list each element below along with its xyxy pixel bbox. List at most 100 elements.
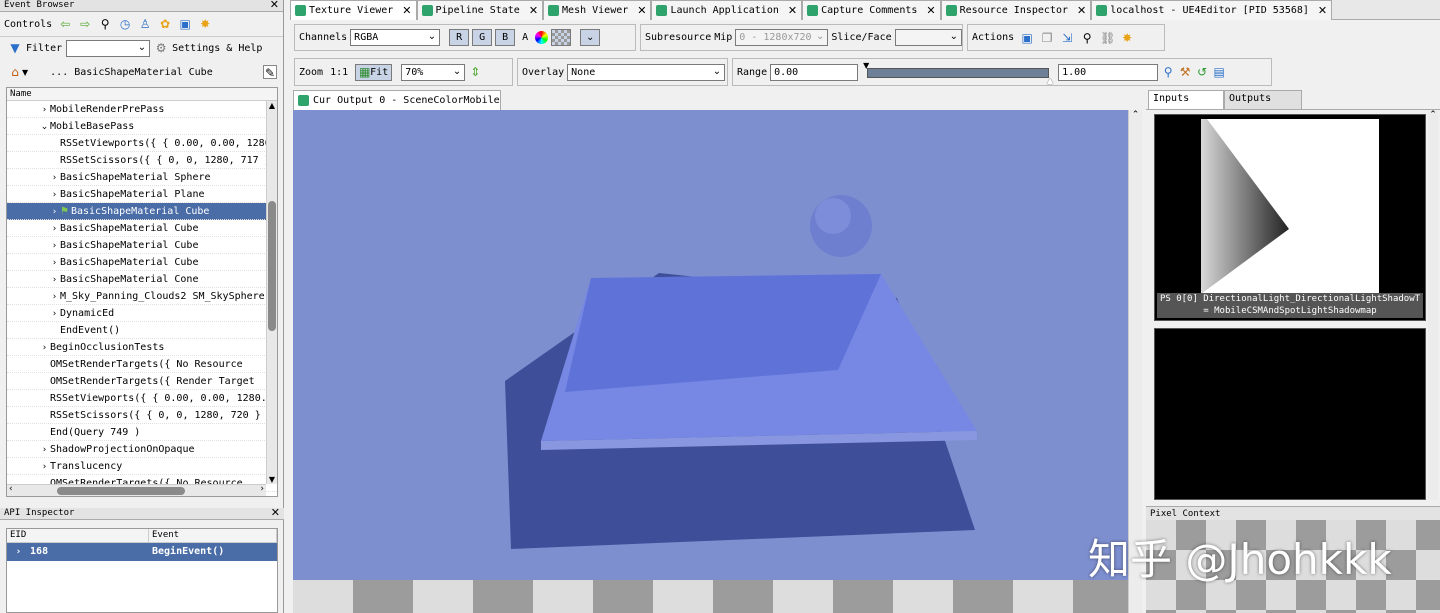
scroll-right-icon[interactable]: › xyxy=(260,484,264,494)
arrow-left-icon[interactable]: ⇦ xyxy=(58,17,72,31)
tab-launch-application[interactable]: Launch Application ✕ xyxy=(651,0,803,20)
zoom-1to1-button[interactable]: 1:1 xyxy=(330,67,348,78)
table-row[interactable]: › 168 BeginEvent() xyxy=(7,543,277,561)
column-eid[interactable]: EID xyxy=(7,529,149,542)
input-thumbnail-0[interactable]: PS 0[0] DirectionalLight_DirectionalLigh… xyxy=(1154,114,1426,321)
fit-button[interactable]: ▦ Fit xyxy=(355,63,393,81)
tree-row[interactable]: › DynamicEd xyxy=(7,305,277,322)
histogram-icon[interactable]: ▤ xyxy=(1212,65,1226,79)
tab-texture-viewer[interactable]: Texture Viewer ✕ xyxy=(290,0,417,20)
checkerboard-icon[interactable] xyxy=(551,29,572,46)
chevron-right-icon[interactable]: › xyxy=(13,543,24,561)
link-icon[interactable]: ⛓ xyxy=(1100,31,1115,45)
tree-vertical-scrollbar[interactable]: ▲ ▼ xyxy=(266,101,277,484)
tree-row[interactable]: RSSetScissors({ { 0, 0, 1280, 720 } }) xyxy=(7,407,277,424)
tab-outputs[interactable]: Outputs xyxy=(1224,90,1302,109)
chevron-right-icon[interactable]: › xyxy=(39,102,50,119)
input-thumbnail-1[interactable] xyxy=(1154,328,1426,500)
tree-row[interactable]: › BasicShapeMaterial Cube xyxy=(7,254,277,271)
tab-resource-inspector[interactable]: Resource Inspector ✕ xyxy=(940,0,1092,20)
tree-row[interactable]: › BasicShapeMaterial Sphere xyxy=(7,169,277,186)
tab-localhost-ue4editor-pid-53568[interactable]: localhost - UE4Editor [PID 53568] ✕ xyxy=(1091,0,1333,20)
tree-row[interactable]: › BasicShapeMaterial Plane xyxy=(7,186,277,203)
tree-horizontal-scrollbar[interactable]: ‹ › xyxy=(7,484,266,496)
chevron-right-icon[interactable]: › xyxy=(49,187,60,204)
binoculars-icon[interactable]: ⚲ xyxy=(1080,31,1094,45)
chevron-right-icon[interactable]: › xyxy=(49,272,60,289)
scroll-down-icon[interactable]: ▼ xyxy=(267,475,277,484)
flip-vertical-icon[interactable]: ⇕ xyxy=(468,65,482,79)
tree-row[interactable]: › BeginOcclusionTests xyxy=(7,339,277,356)
close-icon[interactable]: ✕ xyxy=(271,507,280,518)
inputs-scrollbar[interactable]: ⌃ xyxy=(1428,110,1438,500)
chevron-right-icon[interactable]: › xyxy=(49,204,60,221)
settings-help-button[interactable]: Settings & Help xyxy=(172,43,262,54)
tree-horizontal-scroll-thumb[interactable] xyxy=(57,487,185,495)
tree-row[interactable]: RSSetViewports({ { 0.00, 0.00, 1280.00 xyxy=(7,390,277,407)
overlay-dropdown[interactable]: None ⌄ xyxy=(567,63,726,81)
tree-row[interactable]: › MobileRenderPrePass xyxy=(7,101,277,118)
zoom-dropdown[interactable]: 70% ⌄ xyxy=(401,63,466,81)
close-icon[interactable]: ✕ xyxy=(529,4,538,17)
range-max-handle-icon[interactable]: ▲ xyxy=(1047,76,1053,85)
tree-row[interactable]: › ShadowProjectionOnOpaque xyxy=(7,441,277,458)
eyedropper-icon[interactable]: ⚒ xyxy=(1178,65,1192,79)
tree-row[interactable]: End(Query 749 ) xyxy=(7,424,277,441)
star-icon[interactable]: ✸ xyxy=(198,17,212,31)
chevron-right-icon[interactable]: › xyxy=(39,459,50,476)
close-icon[interactable]: ✕ xyxy=(637,4,646,17)
tree-row[interactable]: › ⚑ BasicShapeMaterial Cube xyxy=(7,203,277,220)
chevron-right-icon[interactable]: › xyxy=(49,221,60,238)
tree-row[interactable]: OMSetRenderTargets({ No Resource xyxy=(7,356,277,373)
chevron-right-icon[interactable]: › xyxy=(49,306,60,323)
home-dropdown-icon[interactable]: ▼ xyxy=(22,68,28,77)
star-icon[interactable]: ✸ xyxy=(1120,31,1134,45)
chevron-right-icon[interactable]: › xyxy=(39,340,50,357)
edit-icon[interactable]: ✎ xyxy=(263,65,277,80)
tree-row[interactable]: › BasicShapeMaterial Cone xyxy=(7,271,277,288)
close-icon[interactable]: ✕ xyxy=(1077,4,1086,17)
chevron-right-icon[interactable]: › xyxy=(49,289,60,306)
tree-row[interactable]: › Translucency xyxy=(7,458,277,475)
close-icon[interactable]: ✕ xyxy=(788,4,797,17)
clock-icon[interactable]: ◷ xyxy=(118,17,132,31)
tree-row[interactable]: › BasicShapeMaterial Cube xyxy=(7,237,277,254)
alpha-channel-toggle[interactable]: A xyxy=(522,32,528,43)
tree-row[interactable]: ⌄ MobileBasePass xyxy=(7,118,277,135)
chevron-right-icon[interactable]: › xyxy=(49,238,60,255)
tree-row[interactable]: › M_Sky_Panning_Clouds2 SM_SkySphere xyxy=(7,288,277,305)
scroll-left-icon[interactable]: ‹ xyxy=(9,484,13,494)
texture-viewport[interactable] xyxy=(293,110,1128,580)
tab-pipeline-state[interactable]: Pipeline State ✕ xyxy=(416,0,544,20)
chevron-down-icon[interactable]: ⌄ xyxy=(39,119,50,136)
range-slider[interactable]: ▼ ▲ xyxy=(863,61,1053,85)
green-channel-toggle[interactable]: G xyxy=(472,29,493,46)
tab-capture-comments[interactable]: Capture Comments ✕ xyxy=(802,0,941,20)
arrow-right-icon[interactable]: ⇨ xyxy=(78,17,92,31)
chevron-right-icon[interactable]: › xyxy=(49,255,60,272)
copy-icon[interactable]: ❐ xyxy=(1040,31,1054,45)
mip-dropdown[interactable]: 0 - 1280x720 ⌄ xyxy=(735,29,829,46)
tree-row[interactable]: OMSetRenderTargets({ Render Target xyxy=(7,373,277,390)
expand-toggle-icon[interactable]: ⌄ xyxy=(580,29,601,46)
tab-mesh-viewer[interactable]: Mesh Viewer ✕ xyxy=(543,0,652,20)
home-icon[interactable]: ⌂ xyxy=(8,65,22,79)
viewport-tab[interactable]: Cur Output 0 - SceneColorMobile xyxy=(293,90,501,110)
range-max-input[interactable]: 1.00 xyxy=(1058,63,1159,81)
close-icon[interactable]: ✕ xyxy=(1318,4,1327,17)
tree-row[interactable]: › BasicShapeMaterial Cube xyxy=(7,220,277,237)
tree-row[interactable]: RSSetScissors({ { 0, 0, 1280, 717 } xyxy=(7,152,277,169)
tree-row[interactable]: RSSetViewports({ { 0.00, 0.00, 1280. xyxy=(7,135,277,152)
slice-face-dropdown[interactable]: ⌄ xyxy=(894,29,962,46)
tree-vertical-scroll-thumb[interactable] xyxy=(268,201,276,331)
column-event[interactable]: Event xyxy=(149,529,277,542)
close-icon[interactable]: ✕ xyxy=(926,4,935,17)
settings-flower-icon[interactable]: ✿ xyxy=(158,17,172,31)
filter-dropdown[interactable]: ⌄ xyxy=(66,39,151,57)
red-channel-toggle[interactable]: R xyxy=(449,29,470,46)
close-icon[interactable]: ✕ xyxy=(270,0,279,10)
close-icon[interactable]: ✕ xyxy=(402,4,411,17)
blue-channel-toggle[interactable]: B xyxy=(495,29,516,46)
range-min-input[interactable]: 0.00 xyxy=(770,63,859,81)
open-icon[interactable]: ⇲ xyxy=(1060,31,1074,45)
